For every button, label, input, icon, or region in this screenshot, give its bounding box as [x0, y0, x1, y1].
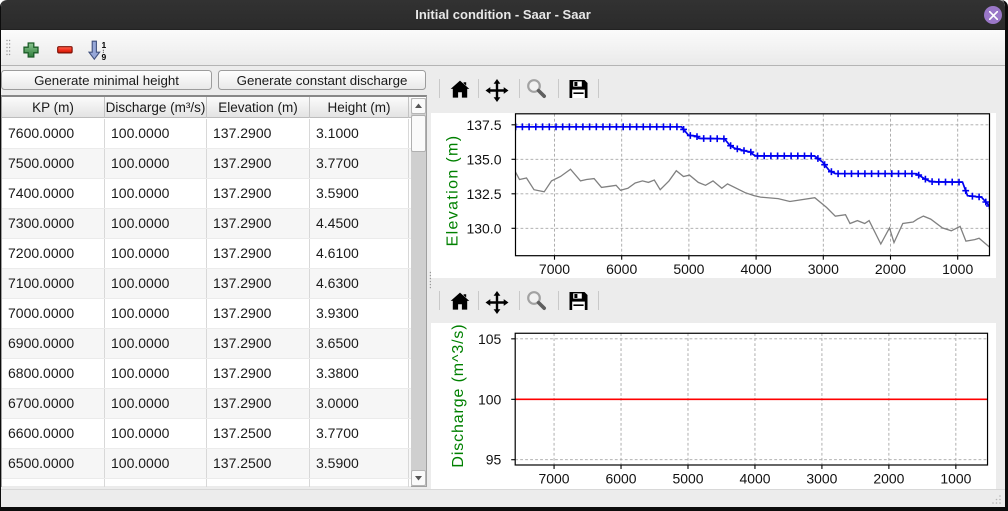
svg-text:4000: 4000 [739, 470, 770, 486]
svg-text:6000: 6000 [606, 261, 637, 277]
svg-text:100: 100 [478, 391, 502, 407]
svg-text:1000: 1000 [940, 470, 971, 486]
svg-text:1000: 1000 [942, 261, 973, 277]
svg-text:130.0: 130.0 [466, 220, 501, 236]
svg-text:137.5: 137.5 [466, 116, 501, 132]
svg-text:3000: 3000 [806, 470, 837, 486]
svg-text:4000: 4000 [741, 261, 772, 277]
svg-text:Discharge (m^3/s): Discharge (m^3/s) [450, 324, 467, 468]
svg-text:1: 1 [102, 40, 107, 50]
svg-text:2000: 2000 [875, 261, 906, 277]
svg-text:2000: 2000 [873, 470, 904, 486]
svg-text:9: 9 [102, 52, 107, 61]
svg-text:3000: 3000 [808, 261, 839, 277]
svg-text:5000: 5000 [672, 470, 703, 486]
svg-text:95: 95 [486, 452, 502, 468]
svg-text:7000: 7000 [539, 470, 570, 486]
svg-text:135.0: 135.0 [466, 151, 501, 167]
svg-text:5000: 5000 [673, 261, 704, 277]
svg-text:6000: 6000 [606, 470, 637, 486]
svg-text:7000: 7000 [539, 261, 570, 277]
svg-text:132.5: 132.5 [466, 185, 501, 201]
svg-text:Elevation (m): Elevation (m) [445, 134, 462, 246]
svg-text:105: 105 [478, 331, 502, 347]
